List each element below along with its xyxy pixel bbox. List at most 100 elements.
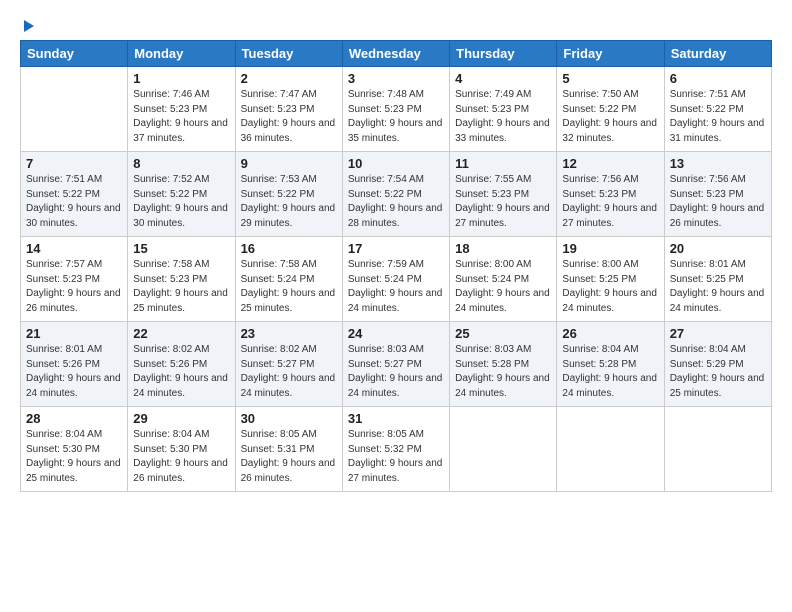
calendar-cell: 8 Sunrise: 7:52 AMSunset: 5:22 PMDaylight… bbox=[128, 152, 235, 237]
calendar-cell: 16 Sunrise: 7:58 AMSunset: 5:24 PMDayligh… bbox=[235, 237, 342, 322]
day-info: Sunrise: 8:05 AMSunset: 5:31 PMDaylight:… bbox=[241, 428, 337, 486]
day-number: 27 bbox=[670, 326, 766, 341]
calendar-cell: 6 Sunrise: 7:51 AMSunset: 5:22 PMDaylight… bbox=[664, 67, 771, 152]
day-info: Sunrise: 8:04 AMSunset: 5:29 PMDaylight:… bbox=[670, 343, 766, 401]
calendar-cell: 31 Sunrise: 8:05 AMSunset: 5:32 PMDayligh… bbox=[342, 407, 449, 492]
day-info: Sunrise: 7:51 AMSunset: 5:22 PMDaylight:… bbox=[26, 173, 122, 231]
calendar-cell: 30Sunrise: 8:05 AMSunset: 5:31 PMDayligh… bbox=[235, 407, 342, 492]
calendar-week-row: 1 Sunrise: 7:46 AMSunset: 5:23 PMDaylight… bbox=[21, 67, 772, 152]
calendar-cell: 5 Sunrise: 7:50 AMSunset: 5:22 PMDaylight… bbox=[557, 67, 664, 152]
calendar-cell: 11 Sunrise: 7:55 AMSunset: 5:23 PMDayligh… bbox=[450, 152, 557, 237]
day-info: Sunrise: 7:58 AMSunset: 5:24 PMDaylight:… bbox=[241, 258, 337, 316]
day-number: 16 bbox=[241, 241, 337, 256]
day-info: Sunrise: 8:02 AMSunset: 5:26 PMDaylight:… bbox=[133, 343, 229, 401]
day-number: 2 bbox=[241, 71, 337, 86]
day-number: 3 bbox=[348, 71, 444, 86]
day-number: 6 bbox=[670, 71, 766, 86]
day-number: 15 bbox=[133, 241, 229, 256]
calendar-header-monday: Monday bbox=[128, 41, 235, 67]
calendar-cell bbox=[450, 407, 557, 492]
day-number: 9 bbox=[241, 156, 337, 171]
calendar-cell: 28Sunrise: 8:04 AMSunset: 5:30 PMDayligh… bbox=[21, 407, 128, 492]
calendar-cell: 22Sunrise: 8:02 AMSunset: 5:26 PMDayligh… bbox=[128, 322, 235, 407]
calendar-header-saturday: Saturday bbox=[664, 41, 771, 67]
page: SundayMondayTuesdayWednesdayThursdayFrid… bbox=[0, 0, 792, 612]
day-info: Sunrise: 7:50 AMSunset: 5:22 PMDaylight:… bbox=[562, 88, 658, 146]
calendar-header-thursday: Thursday bbox=[450, 41, 557, 67]
day-number: 26 bbox=[562, 326, 658, 341]
calendar-cell: 3 Sunrise: 7:48 AMSunset: 5:23 PMDaylight… bbox=[342, 67, 449, 152]
calendar-cell: 24 Sunrise: 8:03 AMSunset: 5:27 PMDayligh… bbox=[342, 322, 449, 407]
calendar-week-row: 21 Sunrise: 8:01 AMSunset: 5:26 PMDayligh… bbox=[21, 322, 772, 407]
calendar-cell bbox=[664, 407, 771, 492]
day-number: 5 bbox=[562, 71, 658, 86]
day-number: 1 bbox=[133, 71, 229, 86]
header bbox=[20, 18, 772, 32]
logo-arrow-icon bbox=[24, 20, 34, 32]
calendar-header-wednesday: Wednesday bbox=[342, 41, 449, 67]
day-number: 28 bbox=[26, 411, 122, 426]
day-info: Sunrise: 8:05 AMSunset: 5:32 PMDaylight:… bbox=[348, 428, 444, 486]
day-info: Sunrise: 8:03 AMSunset: 5:28 PMDaylight:… bbox=[455, 343, 551, 401]
day-info: Sunrise: 7:51 AMSunset: 5:22 PMDaylight:… bbox=[670, 88, 766, 146]
calendar-cell: 20Sunrise: 8:01 AMSunset: 5:25 PMDayligh… bbox=[664, 237, 771, 322]
day-number: 12 bbox=[562, 156, 658, 171]
calendar-cell bbox=[557, 407, 664, 492]
calendar-cell: 18Sunrise: 8:00 AMSunset: 5:24 PMDayligh… bbox=[450, 237, 557, 322]
day-number: 19 bbox=[562, 241, 658, 256]
calendar-cell: 1 Sunrise: 7:46 AMSunset: 5:23 PMDaylight… bbox=[128, 67, 235, 152]
day-info: Sunrise: 8:04 AMSunset: 5:30 PMDaylight:… bbox=[133, 428, 229, 486]
calendar-cell: 4 Sunrise: 7:49 AMSunset: 5:23 PMDaylight… bbox=[450, 67, 557, 152]
day-number: 11 bbox=[455, 156, 551, 171]
day-info: Sunrise: 8:03 AMSunset: 5:27 PMDaylight:… bbox=[348, 343, 444, 401]
day-info: Sunrise: 7:58 AMSunset: 5:23 PMDaylight:… bbox=[133, 258, 229, 316]
day-info: Sunrise: 8:00 AMSunset: 5:25 PMDaylight:… bbox=[562, 258, 658, 316]
day-info: Sunrise: 7:56 AMSunset: 5:23 PMDaylight:… bbox=[670, 173, 766, 231]
day-number: 23 bbox=[241, 326, 337, 341]
calendar-cell: 12Sunrise: 7:56 AMSunset: 5:23 PMDayligh… bbox=[557, 152, 664, 237]
day-number: 29 bbox=[133, 411, 229, 426]
day-number: 13 bbox=[670, 156, 766, 171]
day-info: Sunrise: 7:53 AMSunset: 5:22 PMDaylight:… bbox=[241, 173, 337, 231]
calendar-cell: 14Sunrise: 7:57 AMSunset: 5:23 PMDayligh… bbox=[21, 237, 128, 322]
day-number: 17 bbox=[348, 241, 444, 256]
calendar-cell: 26 Sunrise: 8:04 AMSunset: 5:28 PMDayligh… bbox=[557, 322, 664, 407]
day-number: 25 bbox=[455, 326, 551, 341]
calendar-cell: 9 Sunrise: 7:53 AMSunset: 5:22 PMDaylight… bbox=[235, 152, 342, 237]
day-info: Sunrise: 7:52 AMSunset: 5:22 PMDaylight:… bbox=[133, 173, 229, 231]
day-info: Sunrise: 8:02 AMSunset: 5:27 PMDaylight:… bbox=[241, 343, 337, 401]
calendar-header-friday: Friday bbox=[557, 41, 664, 67]
day-number: 24 bbox=[348, 326, 444, 341]
day-number: 14 bbox=[26, 241, 122, 256]
day-info: Sunrise: 7:46 AMSunset: 5:23 PMDaylight:… bbox=[133, 88, 229, 146]
calendar-week-row: 14Sunrise: 7:57 AMSunset: 5:23 PMDayligh… bbox=[21, 237, 772, 322]
day-info: Sunrise: 7:54 AMSunset: 5:22 PMDaylight:… bbox=[348, 173, 444, 231]
calendar-cell: 21 Sunrise: 8:01 AMSunset: 5:26 PMDayligh… bbox=[21, 322, 128, 407]
day-number: 21 bbox=[26, 326, 122, 341]
day-info: Sunrise: 8:04 AMSunset: 5:28 PMDaylight:… bbox=[562, 343, 658, 401]
day-number: 8 bbox=[133, 156, 229, 171]
day-info: Sunrise: 7:49 AMSunset: 5:23 PMDaylight:… bbox=[455, 88, 551, 146]
day-info: Sunrise: 7:55 AMSunset: 5:23 PMDaylight:… bbox=[455, 173, 551, 231]
calendar-week-row: 28 Sunrise: 8:04 AMSunset: 5:30 PMDayligh… bbox=[21, 407, 772, 492]
calendar-cell: 27 Sunrise: 8:04 AMSunset: 5:29 PMDayligh… bbox=[664, 322, 771, 407]
calendar-cell: 2 Sunrise: 7:47 AMSunset: 5:23 PMDaylight… bbox=[235, 67, 342, 152]
calendar-table: SundayMondayTuesdayWednesdayThursdayFrid… bbox=[20, 40, 772, 492]
calendar-cell: 13 Sunrise: 7:56 AMSunset: 5:23 PMDayligh… bbox=[664, 152, 771, 237]
day-number: 4 bbox=[455, 71, 551, 86]
calendar-cell: 29 Sunrise: 8:04 AMSunset: 5:30 PMDayligh… bbox=[128, 407, 235, 492]
day-info: Sunrise: 8:01 AMSunset: 5:25 PMDaylight:… bbox=[670, 258, 766, 316]
calendar-header-tuesday: Tuesday bbox=[235, 41, 342, 67]
calendar-cell: 19 Sunrise: 8:00 AMSunset: 5:25 PMDayligh… bbox=[557, 237, 664, 322]
day-number: 10 bbox=[348, 156, 444, 171]
day-info: Sunrise: 8:01 AMSunset: 5:26 PMDaylight:… bbox=[26, 343, 122, 401]
calendar-cell: 7Sunrise: 7:51 AMSunset: 5:22 PMDaylight… bbox=[21, 152, 128, 237]
day-info: Sunrise: 7:47 AMSunset: 5:23 PMDaylight:… bbox=[241, 88, 337, 146]
calendar-cell: 17Sunrise: 7:59 AMSunset: 5:24 PMDayligh… bbox=[342, 237, 449, 322]
day-info: Sunrise: 7:48 AMSunset: 5:23 PMDaylight:… bbox=[348, 88, 444, 146]
calendar-cell: 15 Sunrise: 7:58 AMSunset: 5:23 PMDayligh… bbox=[128, 237, 235, 322]
day-number: 18 bbox=[455, 241, 551, 256]
calendar-week-row: 7Sunrise: 7:51 AMSunset: 5:22 PMDaylight… bbox=[21, 152, 772, 237]
calendar-cell: 23 Sunrise: 8:02 AMSunset: 5:27 PMDayligh… bbox=[235, 322, 342, 407]
day-number: 31 bbox=[348, 411, 444, 426]
